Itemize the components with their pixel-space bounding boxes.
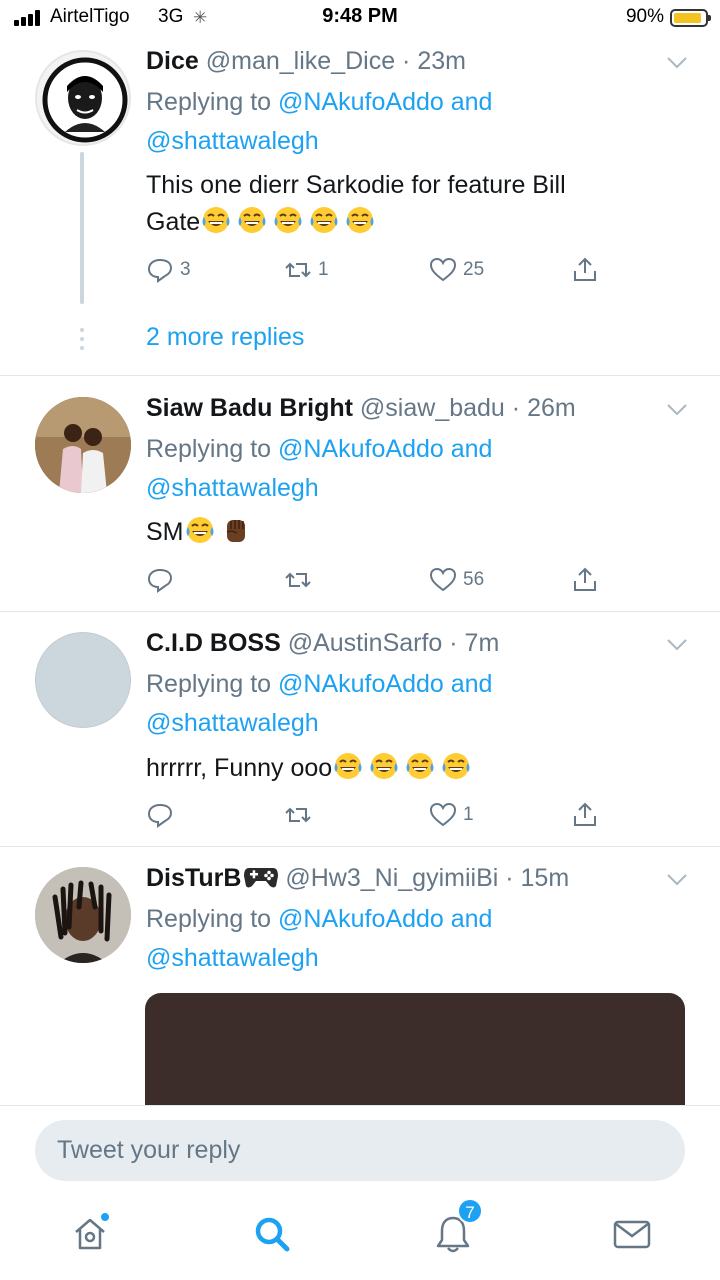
mention-link[interactable]: @shattawalegh — [146, 944, 319, 972]
search-icon — [255, 1217, 290, 1252]
reply-bar-divider — [0, 1105, 720, 1106]
and-link[interactable]: and — [451, 905, 493, 933]
home-notification-dot — [100, 1212, 110, 1222]
chevron-down-icon[interactable] — [666, 873, 688, 887]
tab-messages[interactable] — [610, 1212, 654, 1256]
tweet-header: DisTurB @Hw3_Ni_gyimiiBi · 15m — [146, 864, 570, 892]
tweet-time: 15m — [520, 864, 570, 892]
tab-home[interactable] — [68, 1212, 112, 1256]
user-handle[interactable]: @Hw3_Ni_gyimiiBi — [285, 864, 498, 892]
tab-notifications[interactable]: 7 — [431, 1198, 483, 1256]
notifications-badge: 7 — [457, 1198, 483, 1224]
replying-prefix: Replying to — [146, 905, 272, 933]
avatar[interactable] — [35, 867, 131, 963]
display-name[interactable]: DisTurB — [146, 864, 241, 892]
tweet-media[interactable] — [145, 993, 685, 1105]
gamepad-icon — [243, 864, 279, 890]
tweet-reply-input[interactable] — [35, 1120, 685, 1181]
mail-icon — [613, 1220, 651, 1249]
replying-to: Replying to @NAkufoAddo and @shattawaleg… — [146, 900, 492, 978]
tweet-disturb[interactable]: DisTurB @Hw3_Ni_gyimiiBi · 15m Replying … — [0, 0, 720, 1105]
tab-search[interactable] — [250, 1212, 294, 1256]
mention-link[interactable]: @NAkufoAddo — [278, 905, 444, 933]
